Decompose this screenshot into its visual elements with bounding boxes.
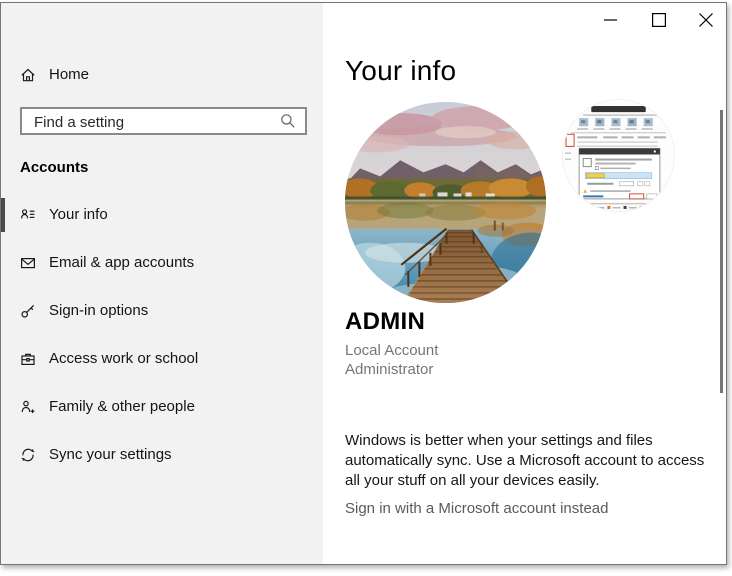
sidebar-item-label: Sign-in options (49, 302, 149, 319)
account-name: ADMIN (345, 308, 426, 335)
sidebar-item-label: Access work or school (49, 350, 199, 367)
landscape-photo-graphic (345, 102, 546, 303)
page-title: Your info (345, 55, 457, 86)
scrollbar-thumb[interactable] (720, 110, 723, 393)
sidebar-item-sign-in-options[interactable]: Sign-in options (1, 291, 323, 331)
maximize-icon (652, 13, 666, 27)
search-icon[interactable] (280, 113, 296, 129)
close-button[interactable] (689, 5, 723, 35)
briefcase-icon (20, 351, 36, 367)
search-box (20, 107, 307, 135)
add-person-icon (20, 399, 36, 415)
section-header-accounts: Accounts (20, 159, 89, 176)
home-icon (20, 67, 36, 83)
minimize-button[interactable] (593, 5, 627, 35)
sidebar-item-family-other-people[interactable]: Family & other people (1, 387, 323, 427)
account-role: Administrator (345, 361, 434, 378)
profile-avatar (345, 102, 546, 303)
sidebar-item-sync-your-settings[interactable]: Sync your settings (1, 435, 323, 475)
minimize-icon (603, 19, 617, 21)
settings-window: Settings Home (0, 2, 727, 565)
app-screenshot-graphic (563, 100, 674, 211)
sidebar-item-home[interactable]: Home (1, 55, 323, 95)
sidebar-item-label: Family & other people (49, 398, 195, 415)
maximize-button[interactable] (642, 5, 676, 35)
sidebar-item-your-info[interactable]: Your info (1, 195, 323, 235)
sidebar-item-label: Sync your settings (49, 446, 172, 463)
sidebar-item-label: Email & app accounts (49, 254, 195, 271)
account-type: Local Account (345, 342, 439, 359)
sync-icon (20, 447, 36, 463)
contact-card-icon (20, 207, 36, 223)
close-icon (699, 13, 713, 27)
sign-in-microsoft-link[interactable]: Sign in with a Microsoft account instead (345, 500, 608, 517)
sidebar-item-label: Your info (49, 206, 108, 223)
sidebar-item-label: Home (49, 66, 90, 83)
secondary-avatar (563, 100, 674, 211)
sync-description: Windows is better when your settings and… (345, 432, 705, 489)
email-icon (20, 255, 36, 271)
sidebar-item-email-app-accounts[interactable]: Email & app accounts (1, 243, 323, 283)
sidebar: Home Accounts Your info (1, 3, 323, 564)
search-input[interactable] (32, 109, 276, 135)
key-icon (20, 303, 36, 319)
sidebar-item-access-work-school[interactable]: Access work or school (1, 339, 323, 379)
